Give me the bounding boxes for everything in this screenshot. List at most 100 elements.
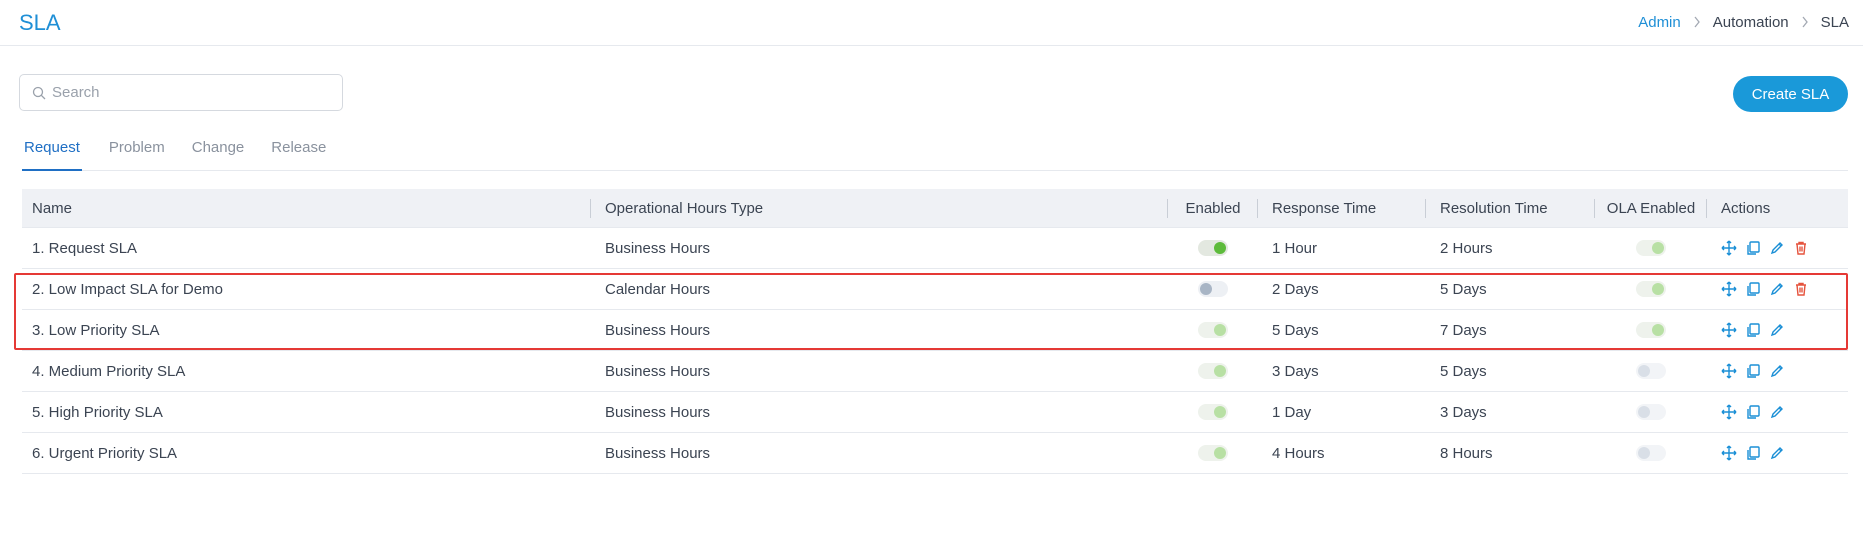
operational-hours-type: Business Hours: [605, 444, 711, 462]
sla-name[interactable]: 3. Low Priority SLA: [22, 310, 591, 351]
pencil-icon[interactable]: [1769, 363, 1785, 379]
enabled-cell: [1168, 228, 1258, 269]
column-header-ola-enabled[interactable]: OLA Enabled: [1595, 189, 1707, 228]
copy-icon[interactable]: [1745, 445, 1761, 461]
copy-icon[interactable]: [1745, 404, 1761, 420]
ola-enabled-toggle[interactable]: [1636, 322, 1666, 338]
trash-icon[interactable]: [1793, 240, 1809, 256]
ola-enabled-toggle[interactable]: [1636, 363, 1666, 379]
breadcrumb: Admin Automation SLA: [1638, 14, 1849, 31]
page-title: SLA: [19, 10, 61, 35]
move-icon[interactable]: [1721, 281, 1737, 297]
column-header-enabled[interactable]: Enabled: [1168, 189, 1258, 228]
sla-name[interactable]: 2. Low Impact SLA for Demo: [22, 269, 591, 310]
move-icon[interactable]: [1721, 240, 1737, 256]
move-icon[interactable]: [1721, 445, 1737, 461]
ola-enabled-toggle[interactable]: [1636, 281, 1666, 297]
resolution-time: 5 Days: [1440, 362, 1487, 380]
response-time: 4 Hours: [1272, 444, 1325, 462]
tab-problem[interactable]: Problem: [109, 134, 165, 171]
ola-enabled-toggle[interactable]: [1636, 445, 1666, 461]
copy-icon[interactable]: [1745, 240, 1761, 256]
resolution-time: 3 Days: [1440, 403, 1487, 421]
trash-icon[interactable]: [1793, 281, 1809, 297]
actions-cell: [1707, 310, 1848, 351]
ola-enabled-cell: [1595, 228, 1707, 269]
breadcrumb-sla: SLA: [1820, 14, 1849, 31]
search-input[interactable]: [52, 84, 332, 101]
search-box[interactable]: [19, 74, 343, 111]
copy-icon[interactable]: [1745, 363, 1761, 379]
operational-hours-type: Business Hours: [605, 239, 711, 257]
ola-enabled-cell: [1595, 310, 1707, 351]
breadcrumb-admin[interactable]: Admin: [1638, 14, 1681, 31]
table-row[interactable]: 1. Request SLA Business Hours 1 Hour 2 H…: [22, 228, 1848, 269]
header-bar: SLA Admin Automation SLA: [0, 0, 1863, 46]
sla-name[interactable]: 5. High Priority SLA: [22, 392, 591, 433]
sla-name[interactable]: 6. Urgent Priority SLA: [22, 433, 591, 474]
move-icon[interactable]: [1721, 322, 1737, 338]
pencil-icon[interactable]: [1769, 445, 1785, 461]
sla-name[interactable]: 1. Request SLA: [22, 228, 591, 269]
ola-enabled-cell: [1595, 392, 1707, 433]
copy-icon[interactable]: [1745, 322, 1761, 338]
actions-cell: [1707, 351, 1848, 392]
enabled-toggle[interactable]: [1198, 445, 1228, 461]
enabled-toggle[interactable]: [1198, 322, 1228, 338]
column-header-resolution-time[interactable]: Resolution Time: [1426, 189, 1595, 228]
response-time: 1 Day: [1272, 403, 1312, 421]
enabled-toggle[interactable]: [1198, 363, 1228, 379]
tab-bar: Request Problem Change Release: [22, 134, 1848, 171]
pencil-icon[interactable]: [1769, 281, 1785, 297]
table-row[interactable]: 3. Low Priority SLA Business Hours 5 Day…: [22, 310, 1848, 351]
resolution-time: 2 Hours: [1440, 239, 1493, 257]
response-time: 5 Days: [1272, 321, 1319, 339]
chevron-right-icon: [1801, 15, 1809, 31]
operational-hours-type: Business Hours: [605, 362, 711, 380]
create-sla-button[interactable]: Create SLA: [1733, 76, 1848, 112]
tab-change[interactable]: Change: [192, 134, 245, 171]
enabled-cell: [1168, 310, 1258, 351]
resolution-time: 5 Days: [1440, 280, 1487, 298]
enabled-cell: [1168, 351, 1258, 392]
enabled-toggle[interactable]: [1198, 281, 1228, 297]
actions-cell: [1707, 433, 1848, 474]
sla-name[interactable]: 4. Medium Priority SLA: [22, 351, 591, 392]
column-header-operational-hours[interactable]: Operational Hours Type: [591, 189, 1168, 228]
chevron-right-icon: [1693, 15, 1701, 31]
enabled-cell: [1168, 392, 1258, 433]
actions-cell: [1707, 228, 1848, 269]
column-header-response-time[interactable]: Response Time: [1258, 189, 1426, 228]
tab-release[interactable]: Release: [271, 134, 326, 171]
response-time: 3 Days: [1272, 362, 1319, 380]
table-row[interactable]: 6. Urgent Priority SLA Business Hours 4 …: [22, 433, 1848, 474]
ola-enabled-cell: [1595, 269, 1707, 310]
enabled-toggle[interactable]: [1198, 240, 1228, 256]
pencil-icon[interactable]: [1769, 322, 1785, 338]
operational-hours-type: Business Hours: [605, 403, 711, 421]
table-row[interactable]: 2. Low Impact SLA for Demo Calendar Hour…: [22, 269, 1848, 310]
pencil-icon[interactable]: [1769, 240, 1785, 256]
ola-enabled-cell: [1595, 351, 1707, 392]
move-icon[interactable]: [1721, 404, 1737, 420]
ola-enabled-toggle[interactable]: [1636, 240, 1666, 256]
operational-hours-type: Calendar Hours: [605, 280, 711, 298]
column-header-name[interactable]: Name: [22, 189, 591, 228]
actions-cell: [1707, 392, 1848, 433]
resolution-time: 8 Hours: [1440, 444, 1493, 462]
actions-cell: [1707, 269, 1848, 310]
enabled-toggle[interactable]: [1198, 404, 1228, 420]
column-header-actions: Actions: [1721, 199, 1771, 217]
table-row[interactable]: 5. High Priority SLA Business Hours 1 Da…: [22, 392, 1848, 433]
sla-table: Name Operational Hours Type Enabled Resp…: [22, 189, 1848, 474]
enabled-cell: [1168, 433, 1258, 474]
tab-request[interactable]: Request: [22, 134, 82, 171]
ola-enabled-toggle[interactable]: [1636, 404, 1666, 420]
copy-icon[interactable]: [1745, 281, 1761, 297]
breadcrumb-automation[interactable]: Automation: [1713, 14, 1789, 31]
move-icon[interactable]: [1721, 363, 1737, 379]
table-row[interactable]: 4. Medium Priority SLA Business Hours 3 …: [22, 351, 1848, 392]
pencil-icon[interactable]: [1769, 404, 1785, 420]
search-icon: [32, 86, 46, 100]
ola-enabled-cell: [1595, 433, 1707, 474]
